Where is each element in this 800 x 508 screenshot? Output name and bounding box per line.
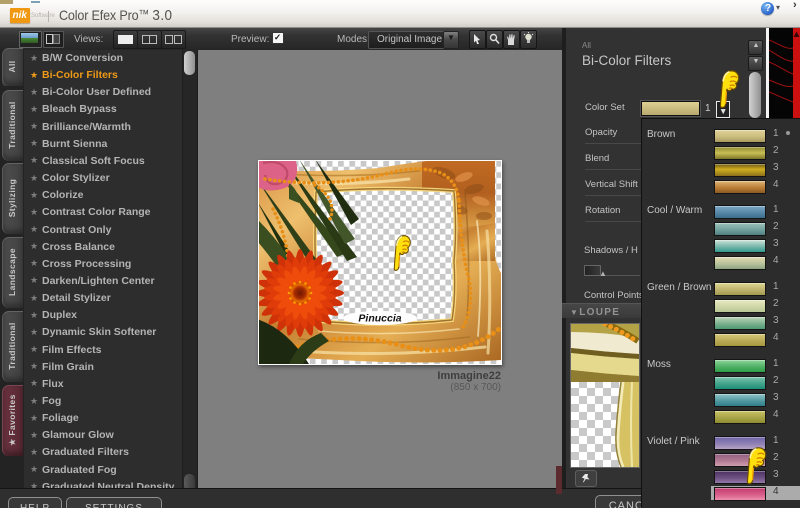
svg-text:Pinuccia: Pinuccia — [358, 313, 401, 325]
